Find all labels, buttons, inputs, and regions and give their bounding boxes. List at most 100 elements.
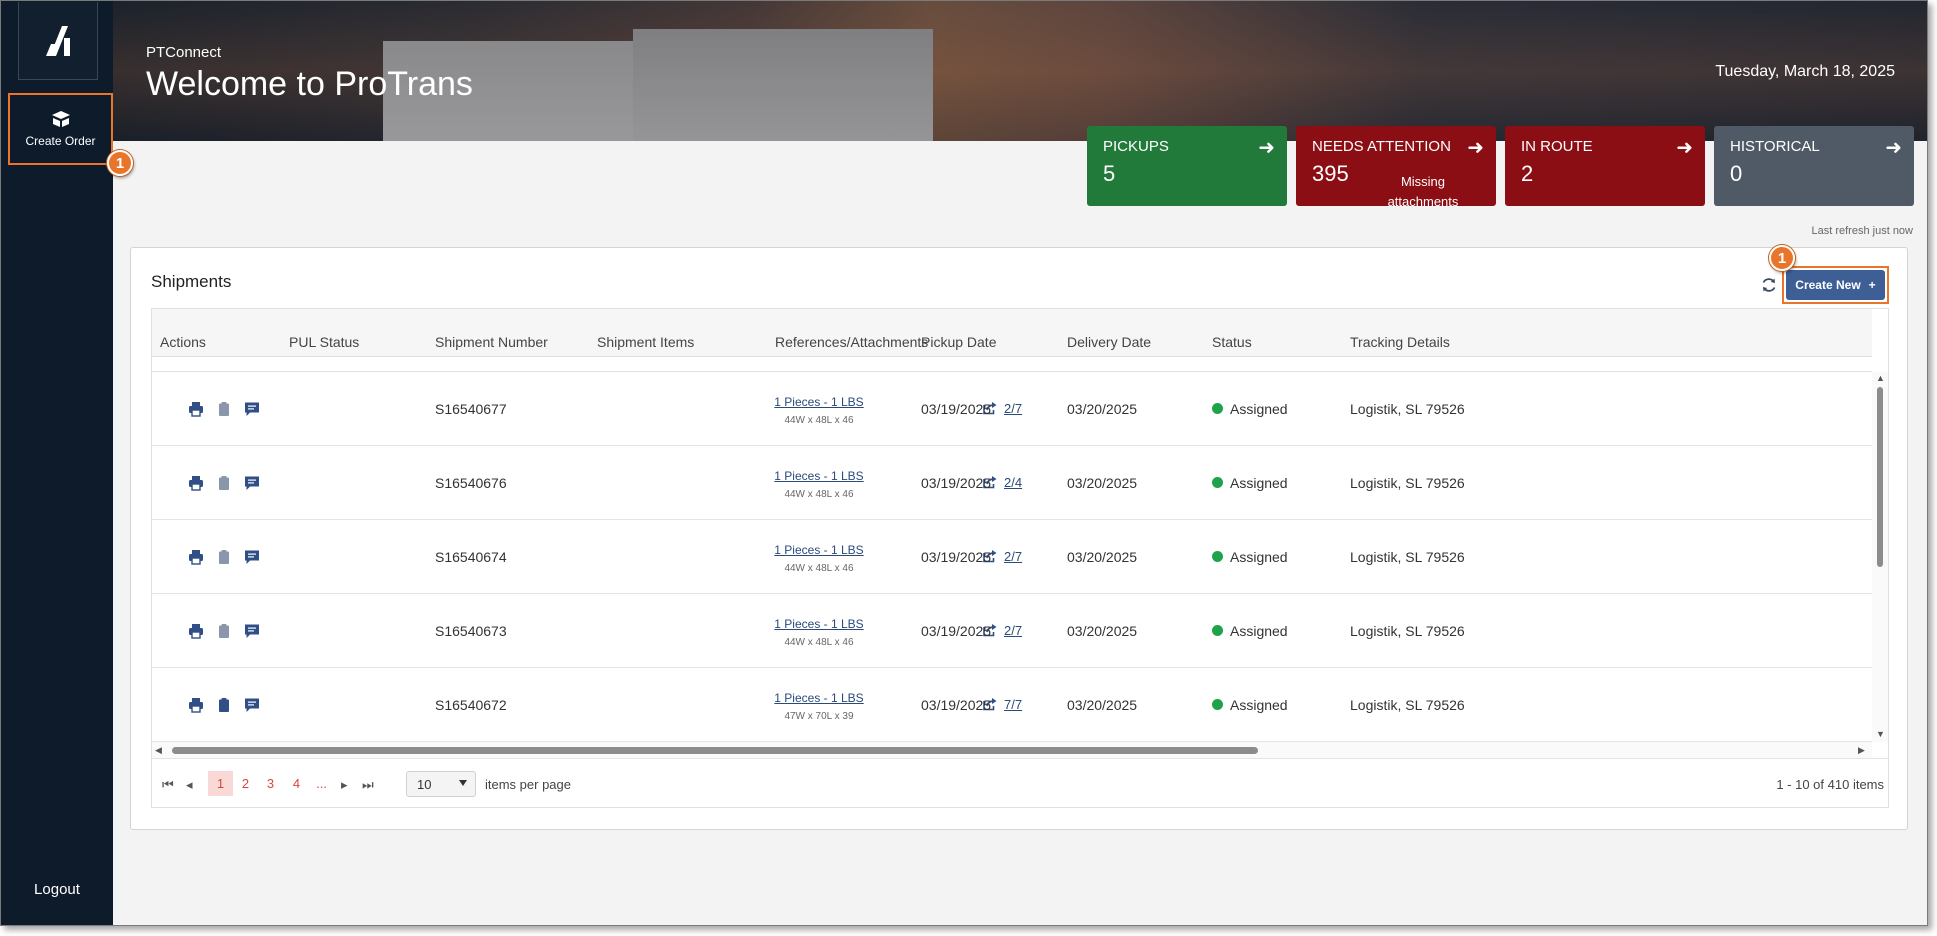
- comment-icon[interactable]: [244, 623, 260, 639]
- page-1[interactable]: 1: [208, 771, 233, 796]
- scroll-right-icon[interactable]: ▶: [1858, 745, 1865, 756]
- col-actions[interactable]: Actions: [160, 334, 206, 350]
- vertical-scroll-thumb[interactable]: [1877, 387, 1883, 567]
- stat-card-historical[interactable]: HISTORICAL 0 ➜: [1714, 126, 1914, 206]
- create-new-highlight: Create New +: [1782, 266, 1889, 304]
- horizontal-scroll-thumb[interactable]: [172, 747, 1258, 754]
- clipboard-icon[interactable]: [216, 697, 232, 713]
- stat-sublabel: Missing attachments: [1387, 174, 1459, 209]
- shipment-items-link[interactable]: 1 Pieces - 1 LBS: [764, 469, 874, 483]
- col-pickup-date[interactable]: Pickup Date: [921, 334, 996, 350]
- tracking-details: Logistik, SL 79526: [1350, 401, 1465, 417]
- refresh-icon[interactable]: [1760, 276, 1778, 294]
- logout-link[interactable]: Logout: [1, 881, 113, 898]
- table-row[interactable]: S16540672 1 Pieces - 1 LBS 47W x 70L x 3…: [152, 668, 1872, 742]
- shipment-items-link[interactable]: 1 Pieces - 1 LBS: [764, 395, 874, 409]
- clipboard-icon[interactable]: [216, 401, 232, 417]
- next-page-icon[interactable]: ▸: [341, 777, 348, 793]
- table-row[interactable]: S16540674 1 Pieces - 1 LBS 44W x 48L x 4…: [152, 520, 1872, 594]
- shipment-items-link[interactable]: 1 Pieces - 1 LBS: [764, 543, 874, 557]
- table-row[interactable]: S16540676 1 Pieces - 1 LBS 44W x 48L x 4…: [152, 446, 1872, 520]
- plus-icon: +: [1868, 278, 1876, 292]
- shipment-number[interactable]: S16540674: [435, 549, 507, 565]
- print-icon[interactable]: [188, 475, 204, 491]
- vertical-scrollbar[interactable]: ▲ ▼: [1872, 372, 1888, 742]
- delivery-date: 03/20/2025: [1067, 549, 1138, 565]
- col-tracking[interactable]: Tracking Details: [1350, 334, 1450, 350]
- caret-down-icon: [459, 780, 467, 786]
- tracking-details: Logistik, SL 79526: [1350, 475, 1465, 491]
- comment-icon[interactable]: [244, 475, 260, 491]
- print-icon[interactable]: [188, 549, 204, 565]
- page-3[interactable]: 3: [258, 771, 283, 796]
- col-pul-status[interactable]: PUL Status: [289, 334, 359, 350]
- attachments-link[interactable]: 2/4: [1004, 475, 1022, 490]
- table-header: Actions PUL Status Shipment Number Shipm…: [152, 309, 1872, 357]
- col-delivery-date[interactable]: Delivery Date: [1067, 334, 1151, 350]
- shipment-number[interactable]: S16540677: [435, 401, 507, 417]
- stat-value: 2: [1521, 161, 1534, 186]
- tracking-details: Logistik, SL 79526: [1350, 623, 1465, 639]
- app-logo[interactable]: [18, 2, 98, 80]
- page-2[interactable]: 2: [233, 771, 258, 796]
- items-per-page-label: items per page: [485, 777, 571, 792]
- status-text: Assigned: [1230, 623, 1288, 639]
- scroll-up-icon[interactable]: ▲: [1876, 373, 1885, 383]
- callout-badge-create-new: 1: [1769, 245, 1795, 271]
- pickup-date: 03/19/2025: [921, 475, 992, 491]
- stat-label: HISTORICAL: [1730, 138, 1820, 155]
- pagination: ⏮ ◂ 1 2 3 4 ... ▸ ⏭ 10 items per page 1 …: [152, 758, 1888, 808]
- comment-icon[interactable]: [244, 549, 260, 565]
- print-icon[interactable]: [188, 401, 204, 417]
- logo-icon: [46, 25, 70, 56]
- print-icon[interactable]: [188, 697, 204, 713]
- horizontal-scrollbar[interactable]: ◀ ▶: [152, 742, 1872, 758]
- shipment-number[interactable]: S16540676: [435, 475, 507, 491]
- shipment-number[interactable]: S16540672: [435, 697, 507, 713]
- sidebar: Create Order Logout: [1, 1, 113, 925]
- items-per-page-select[interactable]: 10: [406, 771, 476, 797]
- shipment-dimensions: 44W x 48L x 46: [784, 637, 854, 648]
- delivery-date: 03/20/2025: [1067, 697, 1138, 713]
- comment-icon[interactable]: [244, 401, 260, 417]
- clipboard-icon[interactable]: [216, 475, 232, 491]
- attachments-link[interactable]: 7/7: [1004, 697, 1022, 712]
- clipboard-icon[interactable]: [216, 549, 232, 565]
- stat-card-needs-attention[interactable]: NEEDS ATTENTION 395 Missing attachments …: [1296, 126, 1496, 209]
- page-more[interactable]: ...: [309, 771, 334, 796]
- stat-card-pickups[interactable]: PICKUPS 5 ➜: [1087, 126, 1287, 206]
- col-shipment-number[interactable]: Shipment Number: [435, 334, 548, 350]
- shipment-items-link[interactable]: 1 Pieces - 1 LBS: [764, 617, 874, 631]
- table-row[interactable]: S16540677 1 Pieces - 1 LBS 44W x 48L x 4…: [152, 372, 1872, 446]
- delivery-date: 03/20/2025: [1067, 475, 1138, 491]
- attachments-link[interactable]: 2/7: [1004, 401, 1022, 416]
- pickup-date: 03/19/2025: [921, 549, 992, 565]
- stat-label: NEEDS ATTENTION: [1312, 138, 1451, 155]
- status-dot-icon: [1212, 625, 1223, 636]
- scroll-left-icon[interactable]: ◀: [155, 745, 162, 756]
- attachments-link[interactable]: 2/7: [1004, 623, 1022, 638]
- print-icon[interactable]: [188, 623, 204, 639]
- comment-icon[interactable]: [244, 697, 260, 713]
- attachments-link[interactable]: 2/7: [1004, 549, 1022, 564]
- clipboard-icon[interactable]: [216, 623, 232, 639]
- arrow-right-icon: ➜: [1467, 137, 1484, 159]
- page-4[interactable]: 4: [284, 771, 309, 796]
- tracking-details: Logistik, SL 79526: [1350, 549, 1465, 565]
- last-page-icon[interactable]: ⏭: [362, 777, 374, 793]
- shipment-items-link[interactable]: 1 Pieces - 1 LBS: [764, 691, 874, 705]
- table-row[interactable]: S16540673 1 Pieces - 1 LBS 44W x 48L x 4…: [152, 594, 1872, 668]
- first-page-icon[interactable]: ⏮: [162, 777, 174, 793]
- stat-card-in-route[interactable]: IN ROUTE 2 ➜: [1505, 126, 1705, 206]
- scroll-down-icon[interactable]: ▼: [1876, 729, 1885, 739]
- stat-value: 0: [1730, 161, 1743, 186]
- create-new-button[interactable]: Create New +: [1786, 270, 1885, 300]
- col-shipment-items[interactable]: Shipment Items: [597, 334, 694, 350]
- create-order-label: Create Order: [25, 134, 96, 148]
- col-references[interactable]: References/Attachments: [775, 334, 928, 350]
- create-order-button[interactable]: Create Order: [8, 93, 113, 165]
- col-status[interactable]: Status: [1212, 334, 1252, 350]
- shipment-number[interactable]: S16540673: [435, 623, 507, 639]
- current-date: Tuesday, March 18, 2025: [1715, 63, 1895, 80]
- prev-page-icon[interactable]: ◂: [186, 777, 193, 793]
